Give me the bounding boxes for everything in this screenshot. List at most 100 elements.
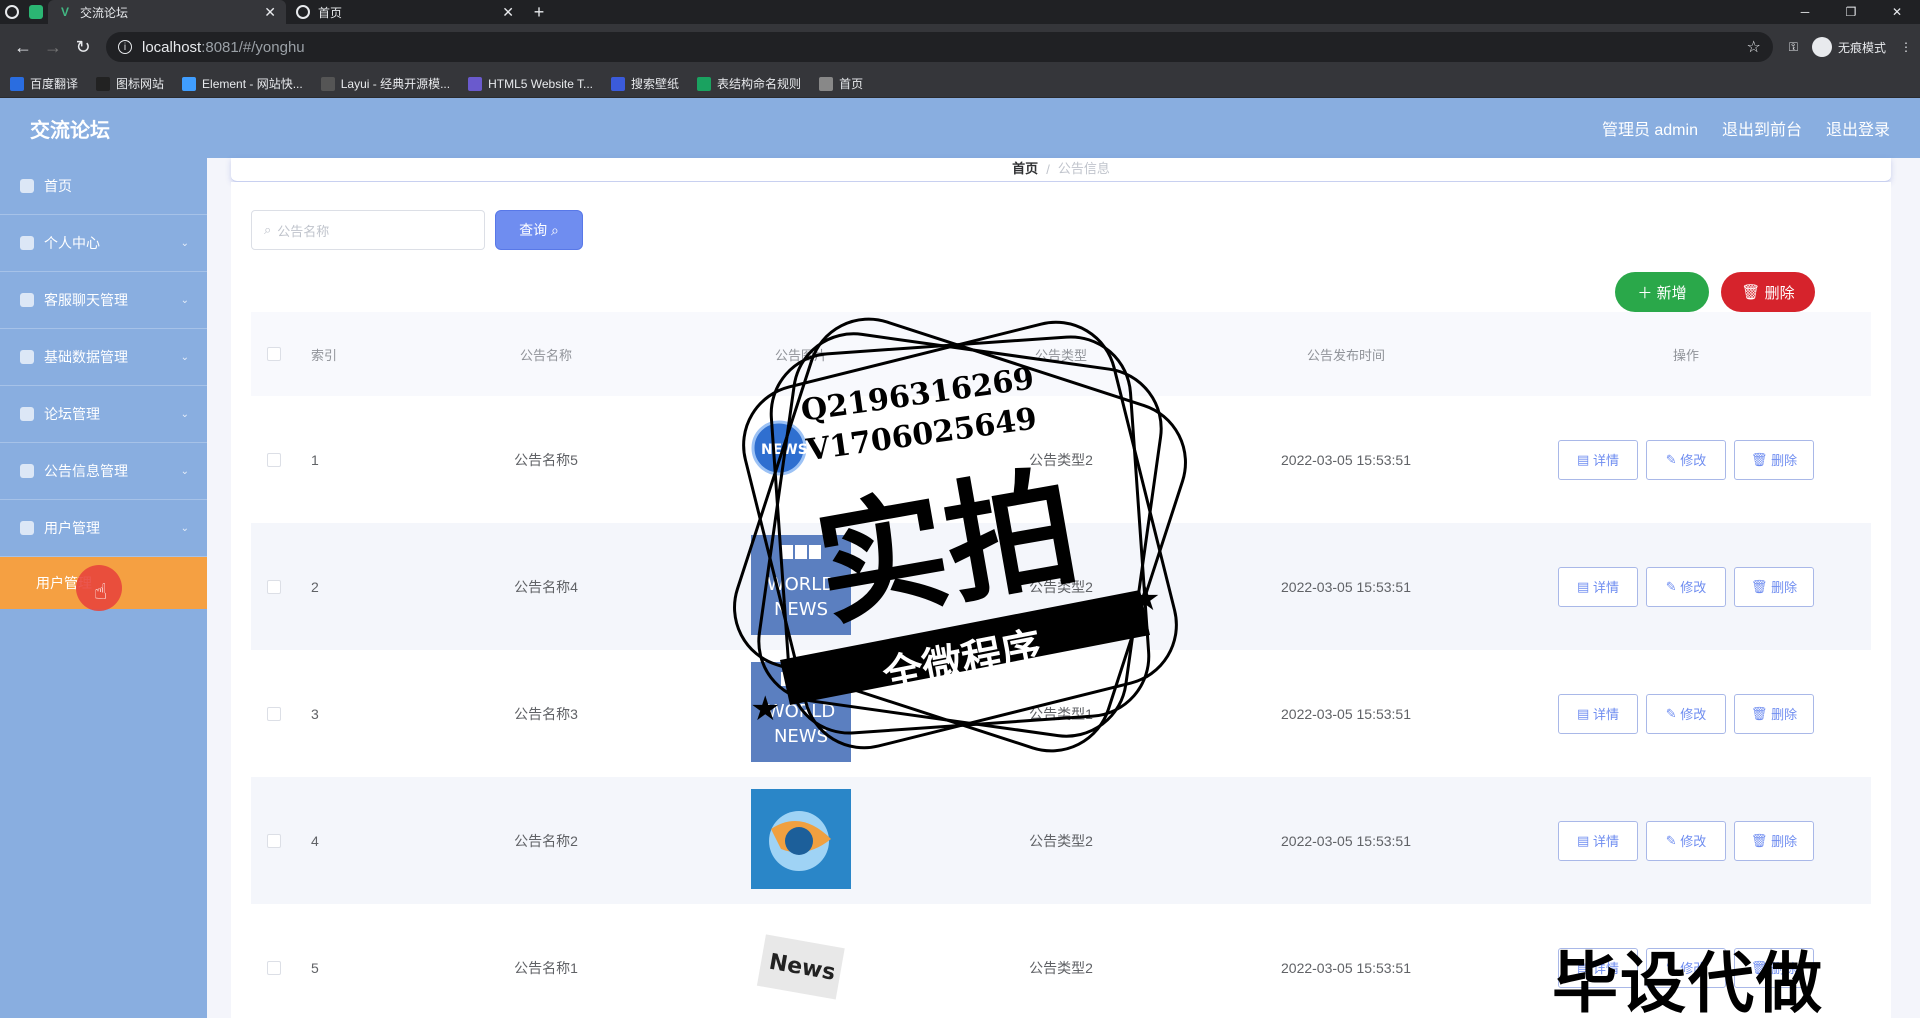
sidebar-item[interactable]: 基础数据管理 ⌄ (0, 329, 207, 386)
menu-icon (20, 350, 34, 364)
sidebar-item-label: 客服聊天管理 (44, 292, 128, 308)
cell-image: NEWS (671, 408, 931, 511)
detail-button[interactable]: ▤ 详情 (1558, 693, 1638, 734)
bookmark-item[interactable]: HTML5 Website T... (468, 76, 594, 91)
bookmark-label: HTML5 Website T... (488, 76, 594, 91)
row-checkbox[interactable] (267, 452, 281, 467)
select-all-checkbox[interactable] (267, 347, 281, 361)
delete-button[interactable]: 🗑 删除 (1734, 439, 1814, 480)
sidebar-item[interactable]: 客服聊天管理 ⌄ (0, 272, 207, 329)
logout-link[interactable]: 退出登录 (1826, 116, 1890, 140)
sidebar-item[interactable]: 首页 (0, 158, 207, 215)
sidebar-item[interactable]: 论坛管理 ⌄ (0, 386, 207, 443)
close-icon[interactable]: ✕ (502, 4, 514, 21)
edit-button[interactable]: ✎ 修改 (1646, 439, 1726, 480)
bookmark-item[interactable]: 首页 (819, 75, 863, 92)
row-checkbox[interactable] (267, 706, 281, 721)
menu-icon (20, 521, 34, 535)
detail-button[interactable]: ▤ 详情 (1558, 439, 1638, 480)
content-panel: ⌕ 公告名称 查询 ⌕ ＋ 新增 🗑 删除 索引 公告名称 公告图片 公告类型 … (231, 182, 1891, 1018)
edit-label: 修改 (1680, 834, 1707, 849)
forward-icon[interactable]: → (38, 32, 68, 62)
admin-user-link[interactable]: 管理员 admin (1602, 116, 1698, 140)
sidebar-item[interactable]: 公告信息管理 ⌄ (0, 443, 207, 500)
cell-type: 公告类型2 (1029, 832, 1093, 849)
edit-button[interactable]: ✎ 修改 (1646, 820, 1726, 861)
edit-button[interactable]: ✎ 修改 (1646, 566, 1726, 607)
minimize-icon[interactable]: ─ (1782, 5, 1828, 19)
detail-button[interactable]: ▤ 详情 (1558, 566, 1638, 607)
notice-name-search-input[interactable]: ⌕ 公告名称 (251, 210, 485, 250)
tab-title: 交流论坛 (80, 5, 129, 20)
header-ops: 操作 (1672, 347, 1699, 363)
notice-thumbnail[interactable]: NEWS (751, 408, 851, 511)
delete-label: 删除 (1771, 707, 1798, 722)
key-icon[interactable]: ⚿ (1789, 40, 1798, 55)
row-checkbox[interactable] (267, 833, 281, 848)
notice-thumbnail[interactable]: News (751, 916, 851, 1018)
delete-button[interactable]: 🗑 删除 (1734, 820, 1814, 861)
bookmark-item[interactable]: Element - 网站快... (182, 75, 303, 92)
notice-thumbnail[interactable]: WORLD NEWS (751, 535, 851, 638)
document-icon: ▤ (1577, 451, 1590, 467)
bookmark-item[interactable]: 表结构命名规则 (697, 75, 801, 92)
cell-name: 公告名称2 (514, 832, 578, 849)
sidebar-item[interactable]: 用户管理 ⌄ (0, 500, 207, 557)
restore-icon[interactable]: ❐ (1828, 5, 1874, 19)
info-icon[interactable]: i (118, 40, 132, 54)
cell-ops: ▤ 详情 ✎ 修改 🗑 删除 (1501, 820, 1871, 861)
chevron-down-icon: ⌄ (180, 237, 189, 249)
sidebar-subitem-active[interactable]: 用户管理 ☝ (0, 557, 207, 611)
delete-button[interactable]: 🗑 删除 (1734, 566, 1814, 607)
bookmark-item[interactable]: Layui - 经典开源模... (320, 75, 450, 92)
delete-label: 删除 (1764, 284, 1795, 302)
exit-to-frontend-link[interactable]: 退出到前台 (1722, 116, 1802, 140)
cell-index: 5 (311, 959, 319, 976)
query-button[interactable]: 查询 ⌕ (495, 210, 583, 250)
bookmark-icon (611, 76, 626, 91)
header-name: 公告名称 (519, 347, 572, 363)
new-tab-button[interactable]: + (524, 0, 554, 24)
delete-button[interactable]: 🗑 删除 (1734, 693, 1814, 734)
bookmark-item[interactable]: 搜索壁纸 (611, 75, 679, 92)
bookmark-item[interactable]: 图标网站 (96, 75, 164, 92)
cell-index: 1 (311, 451, 319, 468)
header-type: 公告类型 (1034, 347, 1087, 363)
notice-thumbnail[interactable]: WORLD NEWS (751, 662, 851, 765)
star-icon[interactable]: ☆ (1747, 37, 1761, 57)
reload-icon[interactable]: ↻ (68, 32, 98, 62)
sidebar-item-label: 用户管理 (44, 520, 100, 536)
close-window-icon[interactable]: ✕ (1874, 5, 1920, 19)
notice-thumbnail[interactable] (751, 789, 851, 892)
add-button[interactable]: ＋ 新增 (1615, 272, 1709, 312)
table-header: 索引 公告名称 公告图片 公告类型 公告发布时间 操作 (251, 312, 1871, 396)
trash-icon: 🗑 (1741, 284, 1761, 301)
url-input[interactable]: i localhost:8081/#/yonghu ☆ (106, 32, 1773, 62)
close-icon[interactable]: ✕ (264, 4, 276, 21)
incognito-label: 无痕模式 (1837, 40, 1886, 55)
sidebar-item[interactable]: 个人中心 ⌄ (0, 215, 207, 272)
edit-button[interactable]: ✎ 修改 (1646, 693, 1726, 734)
cell-time: 2022-03-05 15:53:51 (1281, 578, 1411, 595)
tab-pinned-globe[interactable] (0, 0, 24, 24)
sidebar-item-label: 公告信息管理 (44, 463, 128, 479)
browser-tab[interactable]: 首页 ✕ (286, 0, 524, 24)
breadcrumb-home[interactable]: 首页 (1012, 158, 1038, 177)
back-icon[interactable]: ← (8, 32, 38, 62)
row-checkbox[interactable] (267, 960, 281, 975)
browser-tab-active[interactable]: V 交流论坛 ✕ (48, 0, 286, 24)
row-checkbox[interactable] (267, 579, 281, 594)
notice-table: 索引 公告名称 公告图片 公告类型 公告发布时间 操作 1 公告名称 5 NEWS… (251, 312, 1871, 1018)
bookmark-item[interactable]: 百度翻译 (10, 75, 78, 92)
menu-icon (20, 464, 34, 478)
search-icon: ⌕ (264, 222, 272, 237)
menu-dots-icon[interactable]: ⋮ (1900, 40, 1912, 54)
batch-delete-button[interactable]: 🗑 删除 (1721, 272, 1815, 312)
breadcrumb: 首页 / 公告信息 (231, 158, 1891, 182)
delete-label: 删除 (1771, 834, 1798, 849)
tab-pinned-app[interactable] (24, 0, 48, 24)
svg-text:NEWS: NEWS (761, 442, 808, 458)
cell-index: 4 (311, 832, 319, 849)
detail-button[interactable]: ▤ 详情 (1558, 820, 1638, 861)
incognito-indicator[interactable]: 无痕模式 (1811, 37, 1886, 57)
